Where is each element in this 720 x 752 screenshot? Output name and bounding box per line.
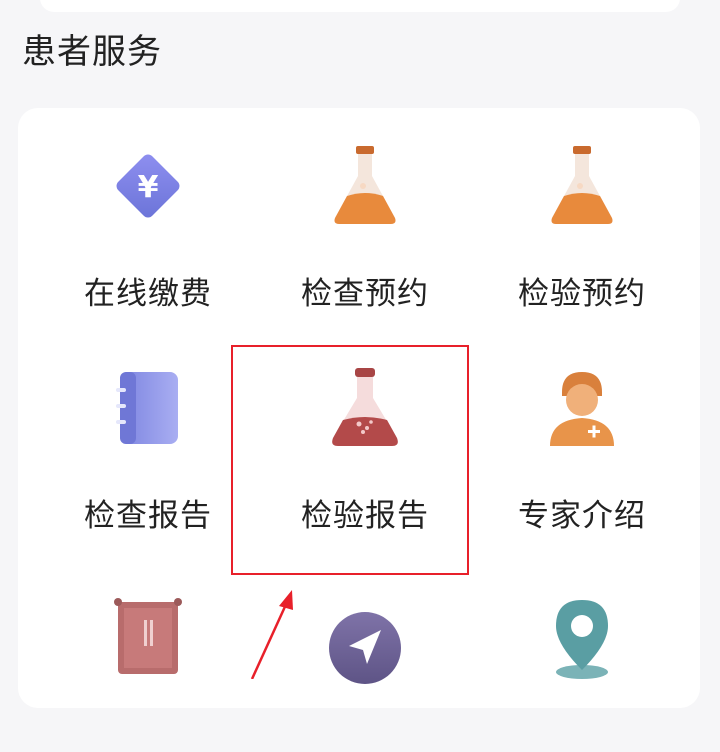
service-online-payment[interactable]: ¥ 在线缴费	[38, 108, 258, 312]
service-item-9[interactable]	[472, 552, 692, 752]
navigation-arrow-icon	[319, 602, 411, 694]
flask-icon	[319, 140, 411, 232]
service-label: 检查报告	[84, 498, 212, 534]
service-label: 检查预约	[301, 276, 429, 312]
service-label: 在线缴费	[84, 276, 212, 312]
location-pin-icon	[536, 592, 628, 684]
doctor-icon	[536, 362, 628, 454]
box-icon	[102, 592, 194, 684]
highlight-box	[231, 345, 469, 575]
notebook-icon	[102, 362, 194, 454]
service-item-7[interactable]	[38, 552, 258, 752]
flask-icon	[536, 140, 628, 232]
service-label: 检验预约	[518, 276, 646, 312]
service-lab-appointment[interactable]: 检验预约	[472, 108, 692, 312]
svg-text:¥: ¥	[138, 170, 159, 205]
top-card-edge	[40, 0, 680, 12]
service-exam-appointment[interactable]: 检查预约	[255, 108, 475, 312]
service-label: 专家介绍	[518, 498, 646, 534]
section-title: 患者服务	[22, 32, 162, 72]
service-exam-report[interactable]: 检查报告	[38, 330, 258, 534]
yuan-diamond-icon: ¥	[102, 140, 194, 232]
service-expert-intro[interactable]: 专家介绍	[472, 330, 692, 534]
service-item-8[interactable]	[255, 552, 475, 752]
